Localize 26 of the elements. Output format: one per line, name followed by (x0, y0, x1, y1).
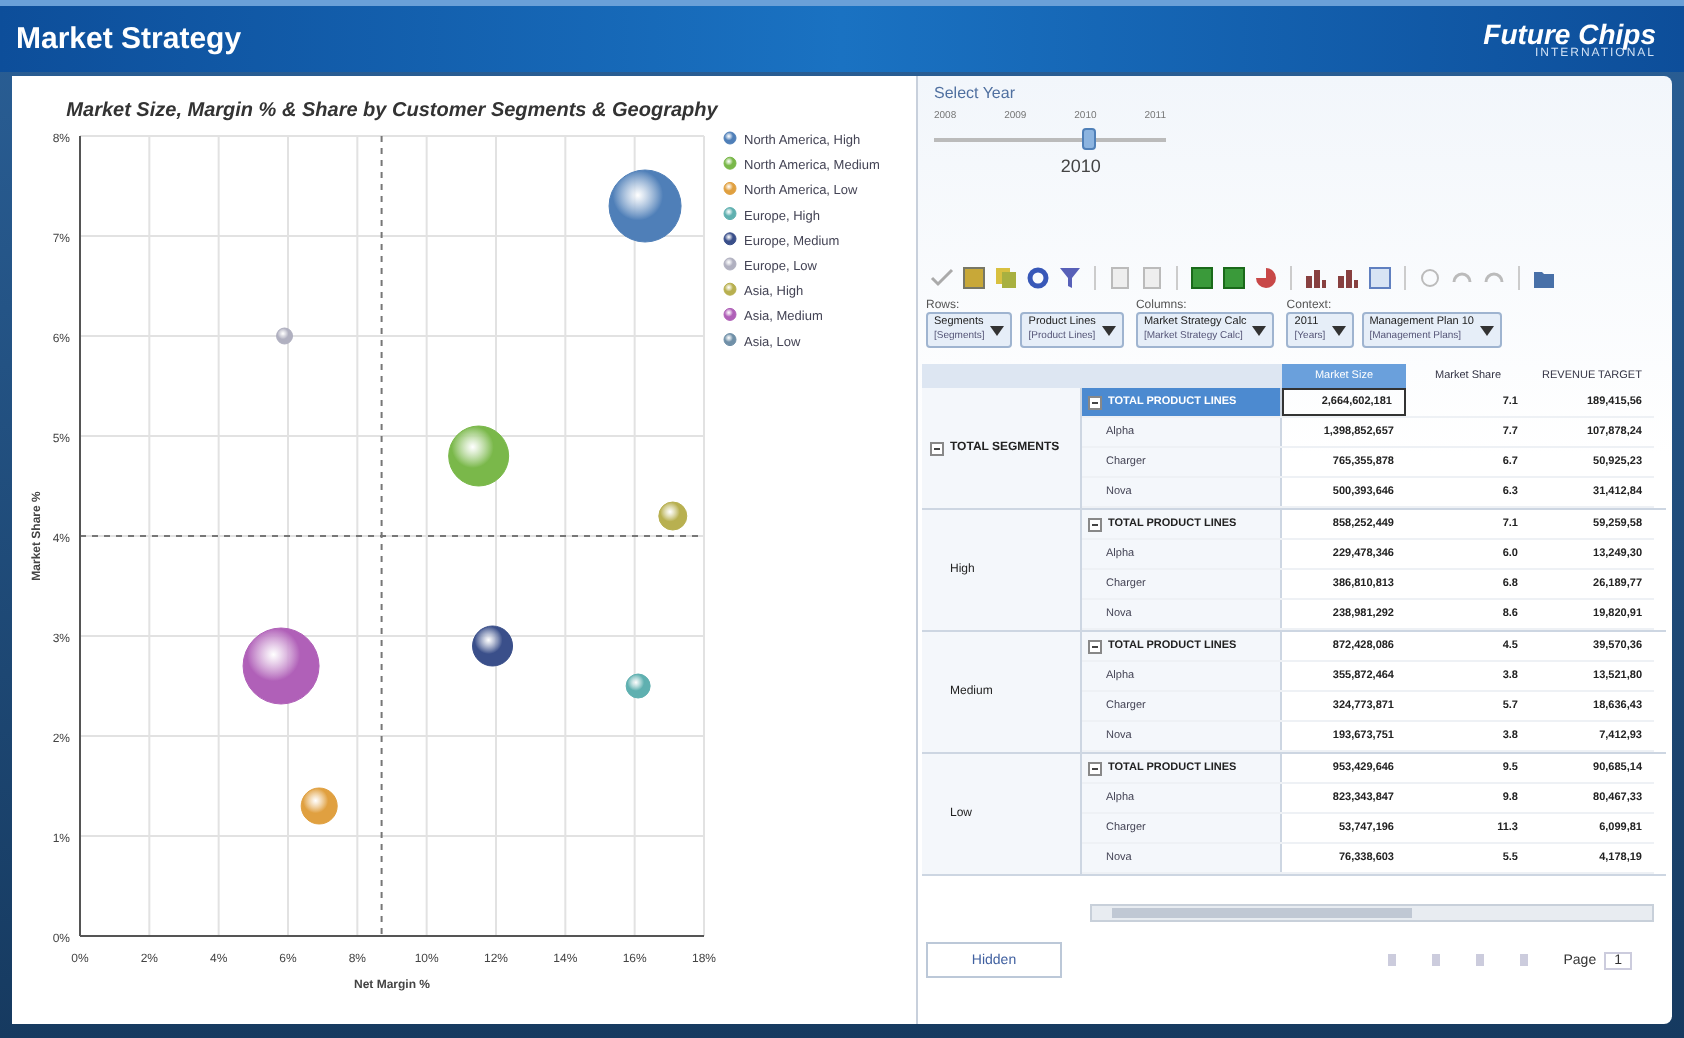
pie-chart-icon[interactable] (1254, 266, 1278, 290)
caret-icon (1101, 325, 1116, 335)
logo-text: Future Chips (1483, 19, 1656, 47)
collapse-icon[interactable] (1088, 395, 1102, 409)
caret-icon (1479, 325, 1494, 335)
save-icon[interactable] (962, 266, 986, 290)
caret-icon (1252, 325, 1267, 335)
funnel-icon[interactable] (1058, 266, 1082, 290)
caret-icon (1331, 325, 1346, 335)
folder-icon[interactable] (1532, 266, 1556, 290)
horizontal-scrollbar[interactable] (1090, 904, 1654, 922)
check-icon[interactable] (930, 266, 954, 290)
slider-value: 2010 (1060, 156, 1103, 176)
bar-chart-icon[interactable] (1304, 266, 1328, 290)
collapse-icon[interactable] (930, 441, 944, 455)
chart-title: Market Size, Margin % & Share by Customer Segments & Geography (66, 100, 718, 122)
collapse-icon[interactable] (1088, 517, 1102, 531)
slider-label: Select Year (934, 84, 1017, 102)
copy-icon[interactable] (994, 266, 1018, 290)
window-title: Market Strategy (16, 22, 242, 56)
collapse-icon[interactable] (1088, 639, 1102, 653)
slider-thumb[interactable] (1082, 128, 1097, 150)
frame-icon[interactable] (1368, 266, 1392, 290)
caret-icon (990, 325, 1005, 335)
bar-chart-icon[interactable] (1336, 266, 1360, 290)
collapse-icon[interactable] (1088, 761, 1102, 775)
